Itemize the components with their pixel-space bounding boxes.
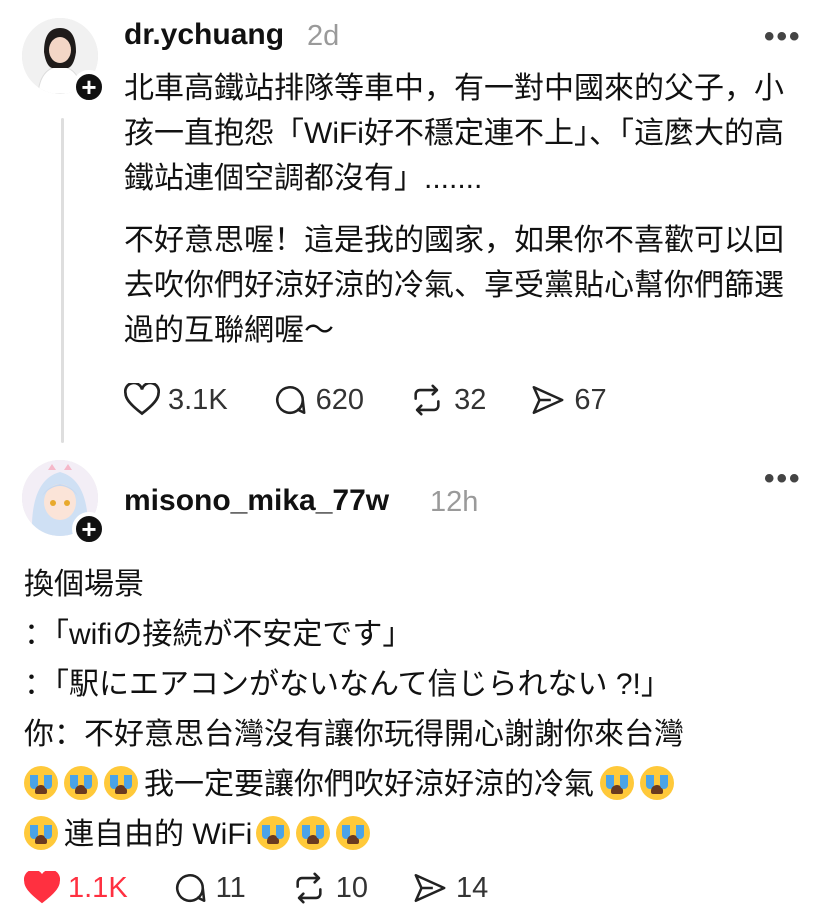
repost-count: 32 <box>454 383 487 416</box>
share-icon <box>532 385 564 415</box>
repost-button[interactable]: 10 <box>290 871 368 905</box>
share-button[interactable]: 67 <box>530 383 607 417</box>
repost-count: 10 <box>335 871 369 904</box>
like-count: 3.1K <box>168 383 228 416</box>
post-line-text: 我一定要讓你們吹好涼好涼的冷氣 <box>144 768 594 801</box>
comment-icon <box>275 386 306 415</box>
post-line-text: 連自由的 WiFi <box>64 818 253 851</box>
post-paragraph: 不好意思喔！這是我的國家，如果你不喜歡可以回去吹你們好涼好涼的冷氣、享受黨貼心幫… <box>124 224 784 347</box>
loudly-crying-face-icon <box>640 766 674 800</box>
loudly-crying-face-icon <box>104 766 138 800</box>
post-body: 換個場景 ：「wifiの接続が不安定です」 ：「駅にエアコンがないなんて信じられ… <box>24 560 804 860</box>
loudly-crying-face-icon <box>336 816 371 850</box>
post-dr-ychuang: + dr.ychuang 2d ••• 北車高鐵站排隊等車中，有一對中國來的父子… <box>0 0 828 450</box>
post-line: ：「wifiの接続が不安定です」 <box>24 618 413 651</box>
comment-icon <box>175 874 206 903</box>
action-bar: 1.1K 11 10 14 <box>24 868 532 908</box>
post-line: 我一定要讓你們吹好涼好涼的冷氣 <box>24 760 804 810</box>
heart-icon <box>124 383 160 416</box>
share-count: 14 <box>456 871 489 904</box>
comment-button[interactable]: 11 <box>172 871 246 905</box>
repost-icon <box>414 384 440 416</box>
loudly-crying-face-icon <box>600 766 634 800</box>
like-button[interactable]: 1.1K <box>24 871 128 905</box>
username[interactable]: dr.ychuang <box>124 18 284 52</box>
share-button[interactable]: 14 <box>412 871 488 905</box>
post-line: 換個場景 <box>24 568 144 601</box>
like-count: 1.1K <box>68 871 128 904</box>
post-paragraph: 北車高鐵站排隊等車中，有一對中國來的父子，小孩一直抱怨「WiFi好不穩定連不上」… <box>124 72 784 195</box>
share-icon <box>414 873 446 903</box>
thread-line <box>61 118 64 443</box>
follow-plus-icon[interactable]: + <box>72 512 106 546</box>
repost-icon <box>296 872 322 904</box>
post-line: 你：不好意思台灣沒有讓你玩得開心謝謝你來台灣 <box>24 718 684 751</box>
post-line: 連自由的 WiFi <box>24 810 804 860</box>
loudly-crying-face-icon <box>296 816 331 850</box>
follow-plus-icon[interactable]: + <box>72 70 106 104</box>
loudly-crying-face-icon <box>64 766 98 800</box>
heart-icon <box>24 871 60 904</box>
comment-count: 620 <box>315 383 365 416</box>
share-count: 67 <box>574 383 607 416</box>
post-misono-mika: + misono_mika_77w 12h ••• 換個場景 ：「wifiの接続… <box>0 450 828 916</box>
like-button[interactable]: 3.1K <box>124 383 228 417</box>
loudly-crying-face-icon <box>24 816 58 850</box>
comment-button[interactable]: 620 <box>272 383 364 417</box>
more-icon[interactable]: ••• <box>764 462 802 496</box>
timestamp: 12h <box>430 486 479 518</box>
post-line: ：「駅にエアコンがないなんて信じられない ?!」 <box>24 668 671 701</box>
username[interactable]: misono_mika_77w <box>124 484 389 518</box>
comment-count: 11 <box>215 871 246 904</box>
more-icon[interactable]: ••• <box>764 20 802 54</box>
timestamp: 2d <box>307 20 340 52</box>
loudly-crying-face-icon <box>256 816 291 850</box>
post-body: 北車高鐵站排隊等車中，有一對中國來的父子，小孩一直抱怨「WiFi好不穩定連不上」… <box>124 66 794 353</box>
loudly-crying-face-icon <box>24 766 58 800</box>
repost-button[interactable]: 32 <box>408 383 486 417</box>
action-bar: 3.1K 620 32 67 <box>124 380 651 420</box>
